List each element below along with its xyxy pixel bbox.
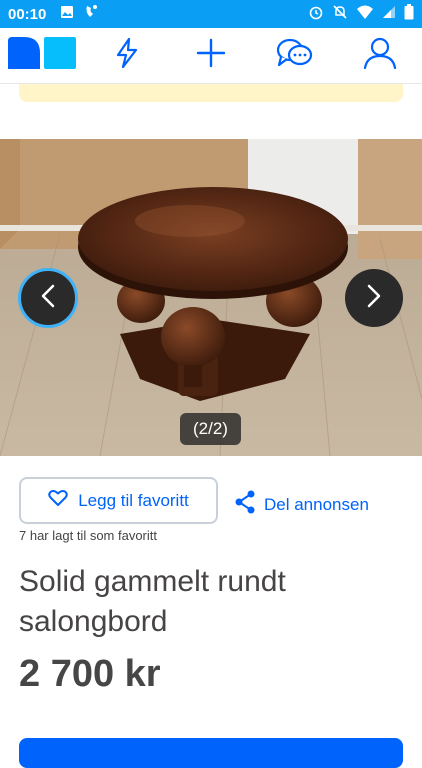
app-nav-bar xyxy=(0,28,422,84)
share-ad-button[interactable]: Del annonsen xyxy=(234,490,369,519)
wifi-icon xyxy=(356,4,374,25)
primary-action-button[interactable] xyxy=(19,738,403,768)
listing-price: 2 700 kr xyxy=(19,653,161,695)
nav-recommendations[interactable] xyxy=(84,28,168,83)
add-favorite-label: Legg til favoritt xyxy=(78,490,189,510)
finn-logo-icon xyxy=(8,37,77,74)
image-gallery[interactable]: (2/2) xyxy=(0,139,422,456)
phone-tap-icon xyxy=(84,4,98,25)
share-ad-label: Del annonsen xyxy=(264,494,369,514)
lightning-icon xyxy=(114,37,140,74)
messages-icon xyxy=(276,37,314,74)
gallery-next-button[interactable] xyxy=(345,269,403,327)
gallery-prev-button[interactable] xyxy=(18,268,78,328)
notice-banner xyxy=(19,84,403,102)
battery-icon xyxy=(404,3,414,25)
nav-profile[interactable] xyxy=(338,28,422,83)
image-icon xyxy=(60,5,74,24)
nav-new-ad[interactable] xyxy=(169,28,253,83)
alarm-icon xyxy=(308,4,324,25)
mute-icon xyxy=(332,4,348,25)
nav-messages[interactable] xyxy=(253,28,337,83)
add-favorite-button[interactable]: Legg til favoritt xyxy=(19,477,218,524)
profile-icon xyxy=(363,37,397,74)
share-icon xyxy=(234,490,256,519)
nav-home[interactable] xyxy=(0,28,84,83)
chevron-right-icon xyxy=(367,284,381,313)
gallery-counter: (2/2) xyxy=(180,413,241,445)
status-time: 00:10 xyxy=(8,5,47,23)
listing-title: Solid gammelt rundt salongbord xyxy=(19,565,286,638)
plus-icon xyxy=(196,38,226,73)
signal-icon xyxy=(382,5,396,24)
chevron-left-icon xyxy=(41,284,55,313)
status-bar: 00:10 xyxy=(0,0,422,28)
heart-icon xyxy=(48,489,68,512)
favorite-count: 7 har lagt til som favoritt xyxy=(19,528,157,543)
